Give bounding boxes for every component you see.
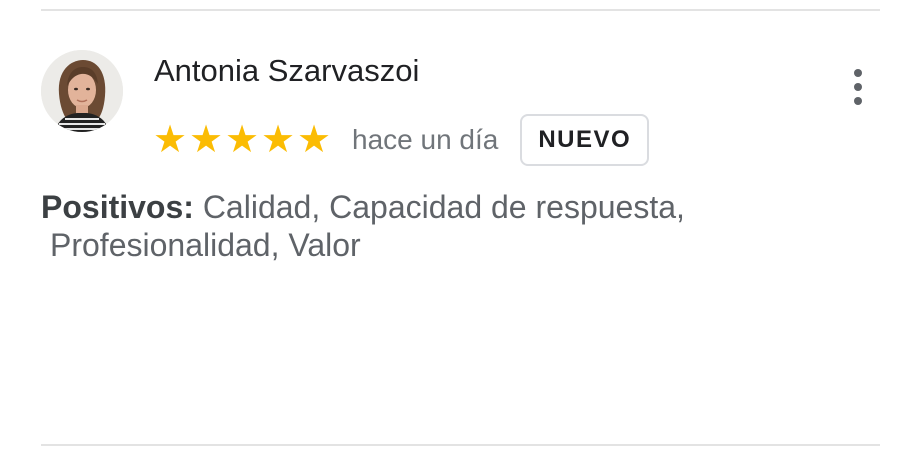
highlights-line-1: Positivos: Calidad, Capacidad de respues… [41, 188, 801, 226]
new-badge: NUEVO [520, 114, 650, 166]
star-icon: ★ [260, 119, 296, 161]
highlights-values-2: Profesionalidad, Valor [50, 227, 361, 263]
bottom-divider [41, 444, 880, 446]
review-highlights: Positivos: Calidad, Capacidad de respues… [41, 188, 801, 264]
reviewer-name[interactable]: Antonia Szarvaszoi [154, 51, 419, 91]
star-icon: ★ [152, 119, 188, 161]
highlights-label: Positivos: [41, 189, 194, 225]
star-rating: ★ ★ ★ ★ ★ [152, 120, 332, 160]
top-divider [41, 9, 880, 11]
star-icon: ★ [224, 119, 260, 161]
rating-row: ★ ★ ★ ★ ★ hace un día NUEVO [152, 112, 650, 168]
reviewer-avatar[interactable] [41, 50, 123, 132]
review-timestamp: hace un día [352, 124, 499, 155]
star-icon: ★ [296, 119, 332, 161]
more-options-button[interactable] [843, 64, 875, 110]
highlights-values-1: Calidad, Capacidad de respuesta, [202, 189, 685, 225]
avatar-photo [41, 50, 123, 132]
star-icon: ★ [188, 119, 224, 161]
